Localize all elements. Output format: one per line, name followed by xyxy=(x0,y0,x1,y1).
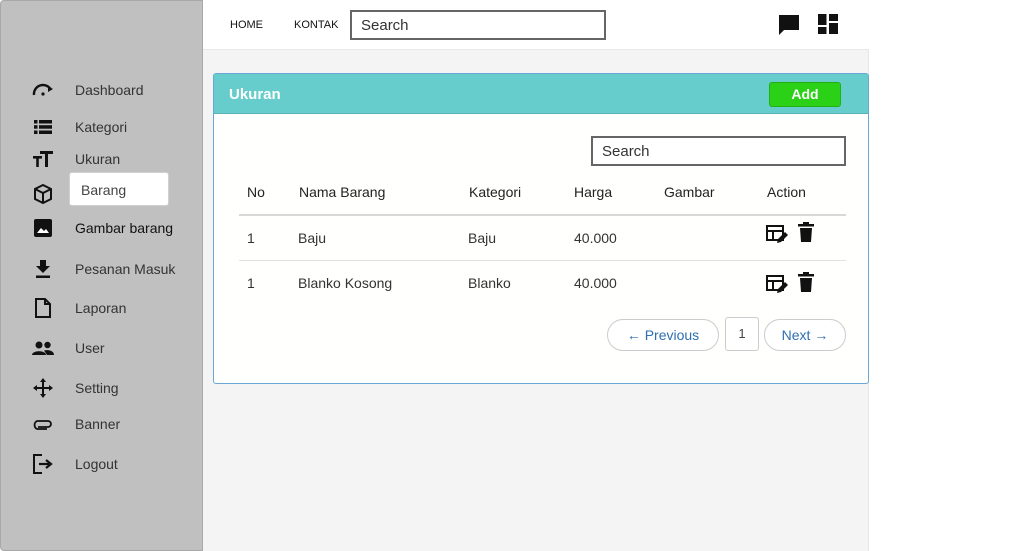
nav-link-kontak[interactable]: KONTAK xyxy=(294,19,338,31)
sidebar-item-dashboard[interactable]: Dashboard xyxy=(31,79,144,101)
cell-harga: 40.000 xyxy=(574,275,617,291)
edit-icon[interactable] xyxy=(766,274,788,296)
submenu-barang[interactable]: Barang xyxy=(69,172,169,206)
sidebar-item-label: Pesanan Masuk xyxy=(75,261,176,277)
sidebar: Dashboard Kategori Ukuran Barang Gambar … xyxy=(0,0,203,551)
add-button[interactable]: Add xyxy=(769,82,841,107)
download-icon xyxy=(31,258,55,280)
column-header: No xyxy=(247,184,265,200)
sidebar-item-label: Setting xyxy=(75,380,119,396)
cell-harga: 40.000 xyxy=(574,230,617,246)
card-header: Ukuran Add xyxy=(214,74,868,114)
main-content: HOME KONTAK Ukuran Add No Nama Barang Ka… xyxy=(203,0,869,551)
top-search-input[interactable] xyxy=(350,10,606,40)
sidebar-item-pesanan-masuk[interactable]: Pesanan Masuk xyxy=(31,258,175,280)
sidebar-item-label: User xyxy=(75,340,105,356)
column-header: Kategori xyxy=(469,184,522,200)
cell-kategori: Blanko xyxy=(468,275,511,291)
sidebar-item-user[interactable]: User xyxy=(31,337,105,359)
card-title: Ukuran xyxy=(229,86,281,103)
ukuran-card: Ukuran Add No Nama Barang Kategori Harga… xyxy=(213,73,869,384)
column-header: Nama Barang xyxy=(299,184,386,200)
sidebar-item-banner[interactable]: Banner xyxy=(31,413,120,435)
sidebar-item-kategori[interactable]: Kategori xyxy=(31,116,127,138)
people-icon xyxy=(31,337,55,359)
chat-icon[interactable] xyxy=(778,14,800,36)
sidebar-item-label: Laporan xyxy=(75,300,127,316)
delete-icon[interactable] xyxy=(798,272,820,294)
cell-kategori: Baju xyxy=(468,230,497,246)
sidebar-item-gambar-barang[interactable]: Gambar barang xyxy=(31,217,173,239)
sidebar-item-label: Kategori xyxy=(75,119,128,135)
text-size-icon xyxy=(31,148,55,170)
dashboard-icon[interactable] xyxy=(818,14,840,36)
delete-icon[interactable] xyxy=(798,222,820,244)
table-header-divider xyxy=(239,214,846,216)
previous-button[interactable]: ← Previous xyxy=(607,319,719,351)
sidebar-item-label: Gambar barang xyxy=(75,220,174,236)
top-navbar: HOME KONTAK xyxy=(203,0,869,50)
paperclip-icon xyxy=(31,413,55,435)
sidebar-item-label: Logout xyxy=(75,456,118,472)
cell-nama-barang: Blanko Kosong xyxy=(298,275,393,291)
box-icon xyxy=(31,183,55,205)
edit-icon[interactable] xyxy=(766,224,788,246)
sidebar-item-label: Dashboard xyxy=(75,82,144,98)
sidebar-item-logout[interactable]: Logout xyxy=(31,453,118,475)
column-header: Gambar xyxy=(664,184,715,200)
sidebar-item-label: Banner xyxy=(75,416,121,432)
submenu-label: Barang xyxy=(81,182,127,198)
table-search-input[interactable] xyxy=(591,136,846,166)
sidebar-item-label: Ukuran xyxy=(75,151,121,167)
cell-no: 1 xyxy=(247,230,255,246)
file-icon xyxy=(31,297,55,319)
list-icon xyxy=(31,116,55,138)
sidebar-item-laporan[interactable]: Laporan xyxy=(31,297,126,319)
row-divider xyxy=(239,260,846,261)
column-header: Harga xyxy=(574,184,613,200)
page-number[interactable]: 1 xyxy=(725,317,759,351)
next-button[interactable]: Next → xyxy=(764,319,846,351)
sidebar-item-setting[interactable]: Setting xyxy=(31,377,119,399)
move-icon xyxy=(31,377,55,399)
cell-no: 1 xyxy=(247,275,255,291)
column-header: Action xyxy=(767,184,806,200)
nav-link-home[interactable]: HOME xyxy=(230,19,263,31)
sidebar-item-ukuran[interactable]: Ukuran xyxy=(31,148,120,170)
image-icon xyxy=(31,217,55,239)
speedometer-icon xyxy=(31,79,55,101)
logout-icon xyxy=(31,453,55,475)
cell-nama-barang: Baju xyxy=(298,230,327,246)
